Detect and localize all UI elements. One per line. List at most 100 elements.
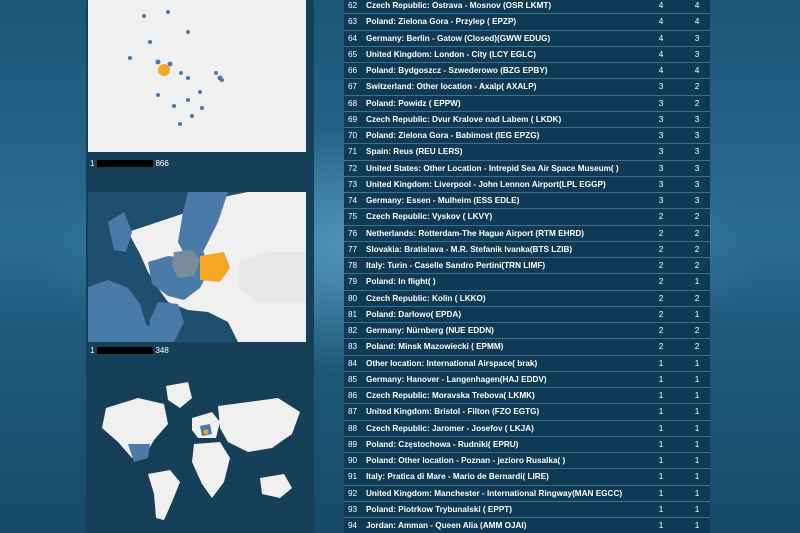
table-row[interactable]: 81 Poland: Darlowo( EPDA) 2 1: [344, 307, 710, 323]
row-value-1: 3: [658, 196, 664, 205]
row-number: 80: [348, 293, 358, 303]
row-value-2: 1: [694, 488, 700, 498]
row-number: 86: [348, 391, 358, 400]
row-value-2: 2: [694, 326, 700, 335]
row-number: 92: [348, 488, 358, 498]
europe-scale-max: 348: [155, 345, 169, 355]
row-value-1: 1: [658, 358, 664, 368]
table-row[interactable]: 74 Germany: Essen - Mulheim (ESS EDLE) 3 3: [344, 193, 710, 210]
table-row[interactable]: 85 Germany: Hanover - Langenhagen(HAJ EDD…: [344, 372, 710, 388]
table-row[interactable]: 64 Germany: Berlin - Gatow (Closed)(GWW E…: [344, 31, 710, 47]
table-row[interactable]: 92 United Kingdom: Manchester - Internati…: [344, 486, 710, 502]
table-row[interactable]: 69 Czech Republic: Dvur Kralove nad Labem…: [344, 112, 710, 128]
table-row[interactable]: 65 United Kingdom: London - City (LCY EGL…: [344, 47, 710, 63]
row-location: Germany: Nürnberg (NUE EDDN): [366, 326, 494, 335]
poland-scale-max: 866: [155, 158, 169, 168]
table-row[interactable]: 70 Poland: Zielona Gora - Babimost (IEG E…: [344, 128, 710, 145]
row-number: 89: [348, 439, 358, 449]
table-row[interactable]: 66 Poland: Bydgoszcz - Szwederowo (BZG EP…: [344, 63, 710, 80]
table-row[interactable]: 87 United Kingdom: Bristol - Filton (FZO …: [344, 404, 710, 421]
row-value-1: 3: [658, 98, 664, 108]
row-value-2: 4: [694, 66, 700, 75]
row-value-1: 4: [658, 49, 664, 59]
table-row[interactable]: 71 Spain: Reus (REU LERS) 3 3: [344, 144, 710, 161]
table-row[interactable]: 75 Czech Republic: Vyskov ( LKVY) 2 2: [344, 209, 710, 226]
row-value-1: 1: [658, 472, 664, 482]
row-value-2: 1: [694, 521, 700, 530]
row-location: Poland: In flight( ): [366, 277, 436, 287]
row-value-1: 2: [658, 326, 664, 335]
row-number: 93: [348, 504, 358, 514]
row-number: 78: [348, 261, 358, 270]
row-value-2: 1: [694, 407, 700, 417]
row-value-1: 1: [658, 521, 664, 530]
row-value-2: 1: [694, 423, 700, 433]
row-value-1: 2: [658, 293, 664, 303]
row-value-2: 2: [694, 342, 700, 352]
row-location: United States: Other Location - Intrepid…: [366, 163, 619, 173]
row-location: Poland: Bydgoszcz - Szwederowo (BZG EPBY…: [366, 66, 548, 75]
table-row[interactable]: 72 United States: Other Location - Intrep…: [344, 161, 710, 177]
row-value-2: 1: [694, 439, 700, 449]
table-row[interactable]: 93 Poland: Piotrkow Trybunalski ( EPPT) 1 1: [344, 502, 710, 518]
table-row[interactable]: 63 Poland: Zielona Gora - Przylep ( EPZP)…: [344, 14, 710, 31]
row-value-2: 3: [694, 49, 700, 59]
row-number: 72: [348, 163, 358, 173]
table-row[interactable]: 73 United Kingdom: Liverpool - John Lenno…: [344, 177, 710, 193]
row-number: 81: [348, 309, 358, 319]
row-location: Poland: Piotrkow Trybunalski ( EPPT): [366, 504, 513, 514]
table-row[interactable]: 76 Netherlands: Rotterdam-The Hague Airpo…: [344, 226, 710, 242]
table-row[interactable]: 84 Other location: International Airspace…: [344, 356, 710, 372]
row-location: Poland: Other location - Poznan - jezior…: [366, 456, 566, 465]
europe-choropleth-map[interactable]: [88, 192, 306, 342]
table-row[interactable]: 82 Germany: Nürnberg (NUE EDDN) 2 2: [344, 323, 710, 340]
row-number: 69: [348, 114, 358, 124]
row-number: 90: [348, 456, 358, 465]
row-location: Czech Republic: Dvur Kralove nad Labem (…: [366, 114, 562, 124]
table-row[interactable]: 89 Poland: Częstochowa - Rudniki( EPRU) 1 1: [344, 437, 710, 453]
table-row[interactable]: 86 Czech Republic: Moravska Trebova( LKMK…: [344, 388, 710, 405]
row-location: Germany: Berlin - Gatow (Closed)(GWW EDU…: [366, 33, 551, 43]
row-location: Czech Republic: Kolin ( LKKO): [366, 293, 486, 303]
row-location: Czech Republic: Moravska Trebova( LKMK): [366, 391, 535, 400]
row-location: United Kingdom: Liverpool - John Lennon …: [366, 179, 606, 189]
row-value-1: 3: [658, 147, 664, 157]
world-choropleth-map[interactable]: [88, 378, 306, 528]
table-row[interactable]: 83 Poland: Minsk Mazowiecki ( EPMM) 2 2: [344, 339, 710, 356]
row-location: Slovakia: Bratislava - M.R. Stefanik Iva…: [366, 244, 573, 254]
row-location: United Kingdom: Manchester - Internation…: [366, 488, 623, 498]
row-value-2: 1: [694, 472, 700, 482]
table-row[interactable]: 94 Jordan: Amman - Queen Alia (AMM OJAI) 1…: [344, 518, 710, 533]
table-row[interactable]: 91 Italy: Pratica di Mare - Mario de Bern…: [344, 469, 710, 486]
row-number: 85: [348, 374, 358, 384]
table-row[interactable]: 67 Switzerland: Other location - Axalp( A…: [344, 79, 710, 96]
row-number: 91: [348, 472, 358, 482]
row-number: 65: [348, 49, 358, 59]
row-location: Netherlands: Rotterdam-The Hague Airport…: [366, 228, 585, 238]
table-row[interactable]: 77 Slovakia: Bratislava - M.R. Stefanik I…: [344, 242, 710, 258]
row-value-2: 2: [694, 244, 700, 254]
row-value-1: 3: [658, 131, 664, 140]
row-number: 94: [348, 521, 358, 530]
row-value-2: 1: [694, 358, 700, 368]
row-value-2: 1: [694, 504, 700, 514]
row-value-1: 3: [658, 163, 664, 173]
table-row[interactable]: 80 Czech Republic: Kolin ( LKKO) 2 2: [344, 291, 710, 307]
table-row[interactable]: 88 Czech Republic: Jaromer - Josefov ( LK…: [344, 421, 710, 437]
row-location: United Kingdom: Bristol - Filton (FZO EG…: [366, 407, 540, 417]
row-number: 67: [348, 82, 358, 92]
table-row[interactable]: 62 Czech Republic: Ostrava - Mosnov (OSR …: [344, 0, 710, 15]
row-number: 66: [348, 66, 358, 75]
row-value-1: 1: [658, 456, 664, 465]
row-value-1: 1: [658, 439, 664, 449]
poland-airports-map[interactable]: [88, 0, 306, 152]
table-row[interactable]: 90 Poland: Other location - Poznan - jezi…: [344, 453, 710, 470]
row-location: Italy: Pratica di Mare - Mario de Bernar…: [366, 472, 549, 482]
row-number: 73: [348, 179, 358, 189]
table-row[interactable]: 78 Italy: Turin - Caselle Sandro Pertini(…: [344, 258, 710, 275]
europe-scale-min: 1: [90, 345, 95, 355]
row-location: Poland: Minsk Mazowiecki ( EPMM): [366, 342, 504, 352]
table-row[interactable]: 68 Poland: Powidz ( EPPW) 3 2: [344, 96, 710, 112]
row-value-2: 3: [694, 196, 700, 205]
table-row[interactable]: 79 Poland: In flight( ) 2 1: [344, 274, 710, 291]
